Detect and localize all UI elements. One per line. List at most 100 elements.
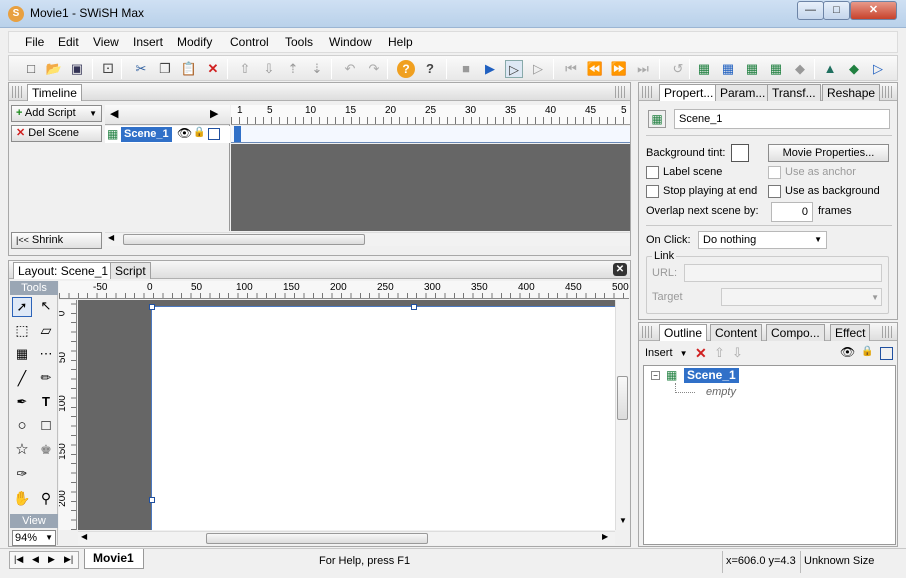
find-icon[interactable]: ⚀ xyxy=(99,60,117,78)
insert-script-icon[interactable]: ◆ xyxy=(845,60,863,78)
subselect-tool-icon[interactable]: ↖ xyxy=(36,297,56,317)
cut-icon[interactable]: ✂ xyxy=(132,60,150,78)
stage-hscrollbar[interactable]: ◀ ▶ xyxy=(78,531,615,545)
help-icon[interactable]: ? xyxy=(397,60,415,78)
nav-next-icon[interactable]: ▶ xyxy=(48,554,55,565)
tree-scene-item[interactable]: Scene_1 xyxy=(684,368,739,383)
hscroll-thumb[interactable] xyxy=(123,234,365,245)
url-input[interactable] xyxy=(684,264,882,282)
use-as-anchor-checkbox[interactable] xyxy=(768,166,781,179)
move-down-icon[interactable]: ⇩ xyxy=(260,60,278,78)
nav-last-icon[interactable]: ▶| xyxy=(64,554,73,565)
frame-keyframe[interactable] xyxy=(234,126,241,142)
vscroll-down-icon[interactable]: ▼ xyxy=(619,516,627,525)
panel-menu-icon[interactable] xyxy=(882,326,894,338)
outline-lock-icon[interactable]: 🔒 xyxy=(861,346,873,357)
menu-insert[interactable]: Insert xyxy=(133,35,163,49)
zoom-select[interactable]: 94% ▼ xyxy=(12,530,56,546)
move-top-icon[interactable]: ⇡ xyxy=(284,60,302,78)
stage-area[interactable] xyxy=(78,300,615,530)
move-bottom-icon[interactable]: ⇣ xyxy=(308,60,326,78)
on-click-select[interactable]: Do nothing ▼ xyxy=(698,231,827,249)
maximize-button[interactable]: □ xyxy=(823,1,850,20)
insert-movie-icon[interactable]: ▦ xyxy=(719,60,737,78)
fill-transform-icon[interactable]: ▦ xyxy=(12,345,32,365)
move-up-icon[interactable]: ⇧ xyxy=(236,60,254,78)
eyedropper-tool-icon[interactable]: ✑ xyxy=(12,465,32,485)
new-file-icon[interactable]: □ xyxy=(22,60,40,78)
tab-reshape[interactable]: Reshape xyxy=(822,84,881,101)
scroll-right-icon[interactable]: ▶ xyxy=(210,107,218,120)
skew-tool-icon[interactable]: ▱ xyxy=(36,321,56,341)
eye-icon[interactable]: 👁 xyxy=(177,126,192,140)
motion-path-icon[interactable]: ⋯ xyxy=(36,345,56,365)
stop-playing-checkbox[interactable] xyxy=(646,185,659,198)
stage-canvas[interactable] xyxy=(149,304,615,530)
tree-collapse-icon[interactable]: − xyxy=(651,371,660,380)
play-timeline-icon[interactable]: ▷ xyxy=(505,60,523,78)
overlap-input[interactable]: 0 xyxy=(771,202,813,222)
stage-hscroll-left-icon[interactable]: ◀ xyxy=(81,532,87,541)
tab-outline[interactable]: Outline xyxy=(659,324,708,341)
transform-tool-icon[interactable]: ⬚ xyxy=(12,321,32,341)
hand-tool-icon[interactable]: ✋ xyxy=(12,489,32,509)
save-icon[interactable]: ▣ xyxy=(68,60,86,78)
insert-group-icon[interactable]: ◆ xyxy=(791,60,809,78)
insert-sound-icon[interactable]: ▷ xyxy=(869,60,887,78)
menu-tools[interactable]: Tools xyxy=(285,35,313,49)
outline-up-icon[interactable]: ⇧ xyxy=(714,345,725,361)
rectangle-tool-icon[interactable]: □ xyxy=(36,417,56,437)
minimize-button[interactable]: — xyxy=(797,1,824,20)
first-frame-icon[interactable]: ⏮ xyxy=(562,60,580,78)
insert-button-icon[interactable]: ▦ xyxy=(767,60,785,78)
tab-script[interactable]: Script xyxy=(110,262,151,279)
stage-handle[interactable] xyxy=(411,304,417,310)
tab-timeline[interactable]: Timeline xyxy=(27,84,82,101)
frame-ruler[interactable]: 1 5 10 15 20 25 30 35 40 45 5 xyxy=(231,105,630,125)
prev-frame-icon[interactable]: ⏪ xyxy=(586,60,604,78)
zoom-tool-icon[interactable]: ⚲ xyxy=(36,489,56,509)
play-icon[interactable]: ▶ xyxy=(481,60,499,78)
stop-icon[interactable]: ■ xyxy=(457,60,475,78)
shape-tool-icon[interactable]: ♚ xyxy=(36,441,56,461)
nav-first-icon[interactable]: |◀ xyxy=(14,554,23,565)
paste-icon[interactable]: 📋 xyxy=(180,60,198,78)
pencil-tool-icon[interactable]: ✏ xyxy=(36,369,56,389)
undo-icon[interactable]: ↶ xyxy=(341,60,359,78)
stage-handle[interactable] xyxy=(149,497,155,503)
scene-frame-row[interactable] xyxy=(231,126,630,143)
tab-content[interactable]: Content xyxy=(710,324,763,341)
menu-window[interactable]: Window xyxy=(329,35,372,49)
copy-icon[interactable]: ❐ xyxy=(156,60,174,78)
last-frame-icon[interactable]: ⏭ xyxy=(634,60,652,78)
lock-icon[interactable]: 🔒 xyxy=(193,127,205,138)
bg-tint-swatch[interactable] xyxy=(731,144,749,162)
context-help-icon[interactable]: ? xyxy=(421,60,439,78)
nav-prev-icon[interactable]: ◀ xyxy=(32,554,39,565)
outline-toggle-icon[interactable] xyxy=(208,128,220,140)
grip-icon[interactable] xyxy=(642,86,654,98)
outline-delete-icon[interactable]: ✕ xyxy=(695,345,707,362)
insert-sprite-icon[interactable]: ▦ xyxy=(743,60,761,78)
stage-handle[interactable] xyxy=(149,304,155,310)
menu-control[interactable]: Control xyxy=(230,35,269,49)
tab-parameters[interactable]: Param... xyxy=(715,84,771,101)
menu-help[interactable]: Help xyxy=(388,35,413,49)
shrink-button[interactable]: |<< Shrink xyxy=(11,232,102,249)
delete-icon[interactable]: ✕ xyxy=(204,60,222,78)
tab-components[interactable]: Compo... xyxy=(766,324,825,341)
outline-eye-icon[interactable]: 👁 xyxy=(840,345,855,359)
scroll-left-icon[interactable]: ◀ xyxy=(110,107,118,120)
stage-vscrollbar[interactable]: ▼ xyxy=(615,300,629,530)
insert-scene-icon[interactable]: ▦ xyxy=(695,60,713,78)
scene-name-input[interactable]: Scene_1 xyxy=(674,109,890,129)
loop-icon[interactable]: ↺ xyxy=(669,60,687,78)
menu-file[interactable]: File xyxy=(25,35,44,49)
pen-tool-icon[interactable]: ✒ xyxy=(12,393,32,413)
text-tool-icon[interactable]: T xyxy=(36,393,56,413)
tab-transform[interactable]: Transf... xyxy=(767,84,821,101)
grip-icon[interactable] xyxy=(12,86,24,98)
use-as-background-checkbox[interactable] xyxy=(768,185,781,198)
insert-dropdown[interactable]: Insert ▼ xyxy=(645,347,688,359)
tab-layout[interactable]: Layout: Scene_1 xyxy=(13,262,114,279)
